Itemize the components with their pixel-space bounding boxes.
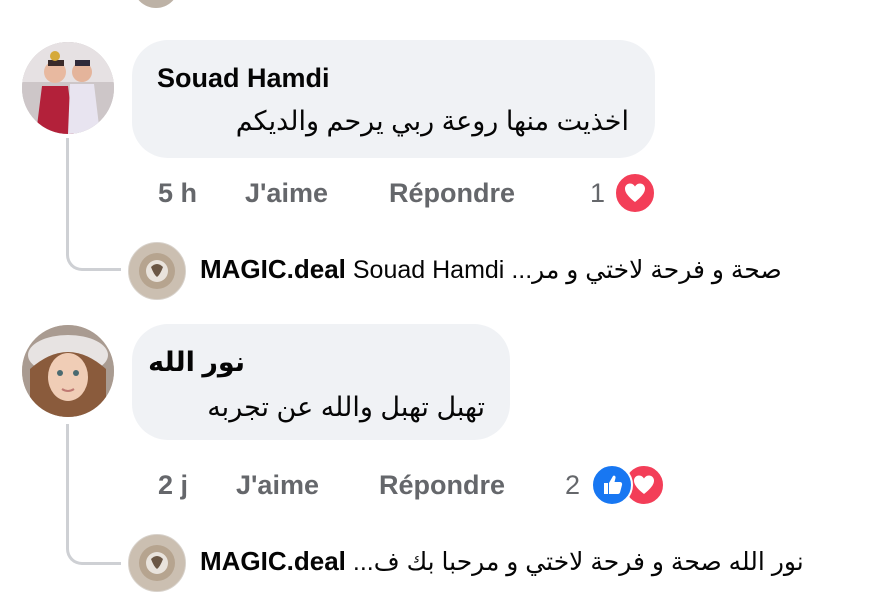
page-avatar[interactable] bbox=[128, 534, 186, 592]
avatar[interactable] bbox=[22, 325, 114, 417]
comment-timestamp[interactable]: 5 h bbox=[158, 178, 197, 209]
reply-preview[interactable]: MAGIC.deal نور الله صحة و فرحة لاختي و م… bbox=[200, 546, 880, 577]
reply-button[interactable]: Répondre bbox=[389, 178, 515, 209]
avatar-photo-icon bbox=[22, 42, 114, 134]
like-button[interactable]: J'aime bbox=[236, 470, 319, 501]
thread-connector-curve bbox=[66, 524, 121, 565]
comment-text: اخذيت منها روعة ربي يرحم والديكم bbox=[235, 106, 629, 136]
comment-text: تهبل تهبل والله عن تجربه bbox=[207, 392, 485, 422]
reply-text: صحة و فرحة لاختي و مر... bbox=[511, 256, 782, 284]
avatar[interactable] bbox=[22, 42, 114, 134]
avatar-photo-icon bbox=[22, 325, 114, 417]
reply-mention[interactable]: Souad Hamdi bbox=[353, 256, 504, 284]
thread-connector bbox=[66, 138, 69, 238]
reply-preview[interactable]: MAGIC.deal Souad Hamdi صحة و فرحة لاختي … bbox=[200, 254, 870, 285]
comment-author[interactable]: Souad Hamdi bbox=[157, 63, 330, 94]
reply-author[interactable]: MAGIC.deal bbox=[200, 254, 346, 284]
comment-timestamp[interactable]: 2 j bbox=[158, 470, 188, 501]
comment-author[interactable]: نور الله bbox=[148, 347, 245, 378]
brand-logo-icon bbox=[129, 535, 185, 591]
thread-connector-curve bbox=[66, 230, 121, 271]
reply-author[interactable]: MAGIC.deal bbox=[200, 546, 346, 576]
reaction-count[interactable]: 2 bbox=[565, 470, 580, 501]
thread-connector bbox=[66, 424, 69, 534]
comment-bubble bbox=[132, 40, 655, 158]
love-icon[interactable] bbox=[614, 172, 656, 214]
brand-logo-icon bbox=[129, 243, 185, 299]
reaction-count[interactable]: 1 bbox=[590, 178, 605, 209]
reply-button[interactable]: Répondre bbox=[379, 470, 505, 501]
previous-comment-avatar bbox=[133, 0, 179, 8]
like-icon[interactable] bbox=[591, 464, 633, 506]
page-avatar[interactable] bbox=[128, 242, 186, 300]
like-button[interactable]: J'aime bbox=[245, 178, 328, 209]
reply-text: نور الله صحة و فرحة لاختي و مرحبا بك ف..… bbox=[352, 548, 804, 576]
